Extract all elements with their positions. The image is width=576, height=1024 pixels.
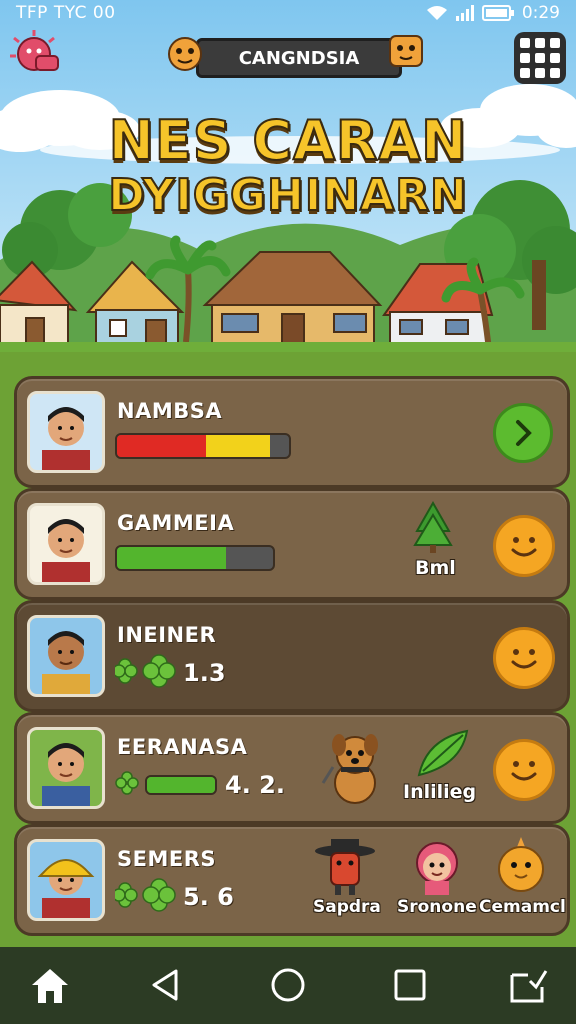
player-card[interactable]: EERANASA 4. 2. Inlilieg	[14, 712, 570, 824]
player-name: INEINER	[117, 623, 217, 647]
signal-icon	[455, 5, 474, 21]
clover-icon	[115, 771, 139, 795]
player-name: EERANASA	[117, 735, 248, 759]
progress-bar-fill	[147, 777, 215, 793]
player-name: GAMMEIA	[117, 511, 235, 535]
status-bar: TFP TYC 00 0:29	[0, 0, 576, 26]
banner-left-critter-icon	[168, 37, 202, 71]
clover-icon	[115, 654, 176, 688]
player-name: NAMBSA	[117, 399, 223, 423]
circle-home-icon	[271, 968, 305, 1002]
progress-bar-fill	[117, 547, 227, 569]
avatar	[27, 839, 105, 921]
back-button[interactable]	[144, 965, 188, 1005]
smiley-button[interactable]	[493, 627, 555, 689]
player-card[interactable]: SEMERS 5. 6 Sapdra Sronone Cemamcl	[14, 824, 570, 936]
recents-button[interactable]	[388, 965, 432, 1005]
battery-icon	[481, 5, 514, 21]
back-icon	[152, 969, 178, 1001]
player-card[interactable]: INEINER 1.3	[14, 600, 570, 712]
share-button[interactable]	[506, 965, 550, 1005]
player-score: 4. 2.	[225, 771, 285, 799]
status-right: 0:29	[426, 3, 560, 23]
status-left-text: TFP TYC 00	[16, 3, 116, 23]
menu-grid-button[interactable]	[514, 32, 566, 84]
banner-right-critter-icon	[389, 35, 423, 67]
avatar	[27, 391, 105, 473]
health-bar-yellow	[206, 435, 271, 457]
character-name: Cemamcl	[479, 897, 566, 917]
circle-home-button[interactable]	[266, 965, 310, 1005]
character-name: Sapdra	[313, 897, 381, 917]
progress-bar	[145, 775, 217, 795]
status-time: 0:29	[521, 3, 560, 23]
player-score: 5. 6	[183, 883, 234, 911]
chevron-right-icon	[516, 420, 532, 446]
leaf-item-icon	[417, 729, 469, 777]
item-label: Bml	[415, 557, 456, 579]
home-button[interactable]	[28, 965, 72, 1005]
girl-character-icon	[416, 842, 458, 895]
item-label: Inlilieg	[403, 781, 477, 803]
player-card[interactable]: GAMMEIA Bml	[14, 488, 570, 600]
avatar	[27, 615, 105, 697]
player-score: 1.3	[183, 659, 226, 687]
health-bar	[115, 433, 291, 459]
home-icon	[32, 969, 68, 1003]
character-name: Sronone	[397, 897, 477, 917]
recents-icon	[394, 969, 426, 1001]
smiley-button[interactable]	[493, 739, 555, 801]
tree-item-icon	[413, 501, 453, 553]
go-button[interactable]	[493, 403, 553, 463]
mascot-icon[interactable]	[8, 28, 64, 80]
game-title-line1: NES CARAN	[108, 109, 468, 172]
game-title: NES CARAN DYIGGHINARN	[0, 109, 576, 223]
health-bar-red	[117, 435, 207, 457]
progress-bar	[115, 545, 275, 571]
menu-grid-icon	[520, 38, 530, 48]
clover-icon	[115, 878, 176, 912]
game-title-line2: DYIGGHINARN	[107, 169, 468, 222]
dog-character-icon	[321, 734, 378, 804]
share-icon	[510, 970, 548, 1003]
chick-character-icon	[498, 837, 544, 892]
wifi-icon	[426, 6, 447, 20]
banner-title: CANGNDSIA	[196, 38, 402, 78]
smiley-icon	[511, 649, 537, 669]
hat-character-icon	[315, 839, 375, 895]
player-card[interactable]: NAMBSA	[14, 376, 570, 488]
player-name: SEMERS	[117, 847, 217, 871]
avatar	[27, 727, 105, 809]
smiley-icon	[511, 761, 537, 781]
avatar	[27, 503, 105, 585]
smiley-icon	[511, 537, 537, 557]
bottom-nav-bar	[0, 947, 576, 1024]
smiley-button[interactable]	[493, 515, 555, 577]
